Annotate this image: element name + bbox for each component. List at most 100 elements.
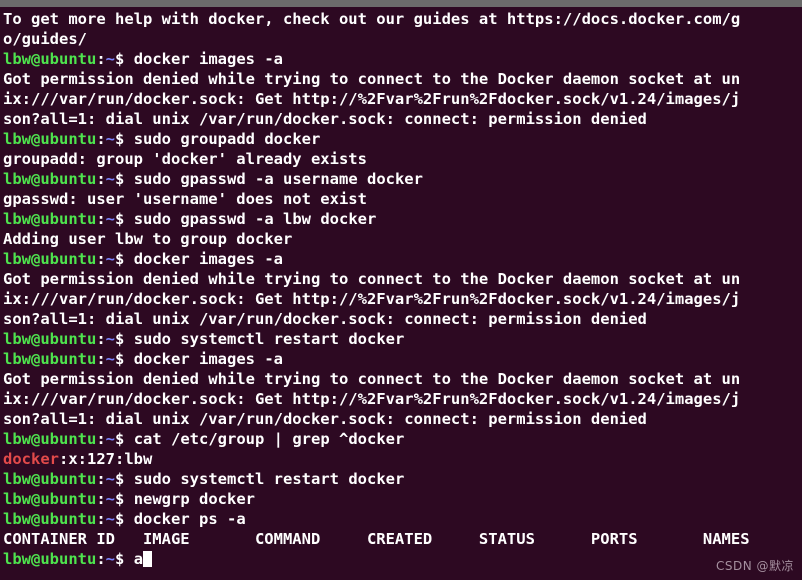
prompt-path: ~ bbox=[105, 210, 116, 228]
prompt-path: ~ bbox=[105, 430, 116, 448]
terminal-command-line: lbw@ubuntu:~$ cat /etc/group | grep ^doc… bbox=[3, 429, 802, 449]
prompt-colon: : bbox=[96, 470, 106, 488]
terminal-command-line: lbw@ubuntu:~$ docker ps -a bbox=[3, 509, 802, 529]
command-text: sudo systemctl restart docker bbox=[133, 330, 405, 348]
prompt-dollar: $ bbox=[115, 350, 134, 368]
prompt-path: ~ bbox=[105, 550, 116, 568]
grep-result-line: docker:x:127:lbw bbox=[3, 449, 802, 469]
terminal-command-line: lbw@ubuntu:~$ docker images -a bbox=[3, 249, 802, 269]
terminal-output-line: son?all=1: dial unix /var/run/docker.soc… bbox=[3, 409, 802, 429]
command-text: newgrp docker bbox=[133, 490, 256, 508]
terminal-output-line: groupadd: group 'docker' already exists bbox=[3, 149, 802, 169]
prompt-user-host: lbw@ubuntu bbox=[3, 210, 97, 228]
output-text: groupadd: group 'docker' already exists bbox=[3, 150, 367, 168]
prompt-colon: : bbox=[96, 130, 106, 148]
prompt-dollar: $ bbox=[115, 550, 134, 568]
prompt-colon: : bbox=[96, 250, 106, 268]
terminal-output-line: son?all=1: dial unix /var/run/docker.soc… bbox=[3, 109, 802, 129]
command-text: sudo gpasswd -a lbw docker bbox=[133, 210, 377, 228]
output-text: ix:///var/run/docker.sock: Get http://%2… bbox=[3, 90, 741, 108]
output-text: Adding user lbw to group docker bbox=[3, 230, 293, 248]
output-text: son?all=1: dial unix /var/run/docker.soc… bbox=[3, 410, 647, 428]
command-text: cat /etc/group | grep ^docker bbox=[133, 430, 405, 448]
terminal-command-line: lbw@ubuntu:~$ sudo systemctl restart doc… bbox=[3, 329, 802, 349]
prompt-dollar: $ bbox=[115, 210, 134, 228]
prompt-colon: : bbox=[96, 170, 106, 188]
prompt-user-host: lbw@ubuntu bbox=[3, 430, 97, 448]
prompt-user-host: lbw@ubuntu bbox=[3, 170, 97, 188]
output-text: son?all=1: dial unix /var/run/docker.soc… bbox=[3, 310, 647, 328]
output-text: ix:///var/run/docker.sock: Get http://%2… bbox=[3, 390, 741, 408]
grep-rest-text: :x:127:lbw bbox=[59, 450, 153, 468]
table-header-text: CONTAINER ID IMAGE COMMAND CREATED STATU… bbox=[3, 530, 750, 548]
terminal-output-line: son?all=1: dial unix /var/run/docker.soc… bbox=[3, 309, 802, 329]
prompt-dollar: $ bbox=[115, 330, 134, 348]
command-text: docker images -a bbox=[133, 50, 283, 68]
terminal-output-line: ix:///var/run/docker.sock: Get http://%2… bbox=[3, 89, 802, 109]
output-text: gpasswd: user 'username' does not exist bbox=[3, 190, 367, 208]
terminal-output-line: o/guides/ bbox=[3, 29, 802, 49]
prompt-path: ~ bbox=[105, 330, 116, 348]
prompt-path: ~ bbox=[105, 510, 116, 528]
prompt-dollar: $ bbox=[115, 50, 134, 68]
current-input-text: a bbox=[133, 550, 144, 568]
prompt-colon: : bbox=[96, 50, 106, 68]
terminal-current-input-line[interactable]: lbw@ubuntu:~$ a bbox=[3, 549, 802, 569]
output-text: son?all=1: dial unix /var/run/docker.soc… bbox=[3, 110, 647, 128]
terminal-command-line: lbw@ubuntu:~$ docker images -a bbox=[3, 49, 802, 69]
terminal-output-line: Got permission denied while trying to co… bbox=[3, 369, 802, 389]
command-text: docker ps -a bbox=[133, 510, 246, 528]
prompt-user-host: lbw@ubuntu bbox=[3, 250, 97, 268]
terminal-command-line: lbw@ubuntu:~$ newgrp docker bbox=[3, 489, 802, 509]
output-text: Got permission denied while trying to co… bbox=[3, 370, 741, 388]
terminal-command-line: lbw@ubuntu:~$ sudo gpasswd -a lbw docker bbox=[3, 209, 802, 229]
prompt-colon: : bbox=[96, 330, 106, 348]
prompt-dollar: $ bbox=[115, 170, 134, 188]
prompt-colon: : bbox=[96, 510, 106, 528]
prompt-colon: : bbox=[96, 490, 106, 508]
output-text: ix:///var/run/docker.sock: Get http://%2… bbox=[3, 290, 741, 308]
prompt-path: ~ bbox=[105, 350, 116, 368]
prompt-colon: : bbox=[96, 550, 106, 568]
prompt-user-host: lbw@ubuntu bbox=[3, 510, 97, 528]
prompt-user-host: lbw@ubuntu bbox=[3, 490, 97, 508]
prompt-dollar: $ bbox=[115, 510, 134, 528]
terminal-output-line: Adding user lbw to group docker bbox=[3, 229, 802, 249]
command-text: docker images -a bbox=[133, 350, 283, 368]
command-text: docker images -a bbox=[133, 250, 283, 268]
output-text: To get more help with docker, check out … bbox=[3, 10, 741, 28]
prompt-user-host: lbw@ubuntu bbox=[3, 550, 97, 568]
command-text: sudo systemctl restart docker bbox=[133, 470, 405, 488]
terminal-output-line: ix:///var/run/docker.sock: Get http://%2… bbox=[3, 289, 802, 309]
terminal-command-line: lbw@ubuntu:~$ sudo systemctl restart doc… bbox=[3, 469, 802, 489]
output-text: o/guides/ bbox=[3, 30, 87, 48]
terminal-output-line: To get more help with docker, check out … bbox=[3, 9, 802, 29]
prompt-path: ~ bbox=[105, 50, 116, 68]
window-chrome-strip bbox=[0, 0, 802, 7]
terminal-output-line: Got permission denied while trying to co… bbox=[3, 269, 802, 289]
prompt-colon: : bbox=[96, 210, 106, 228]
prompt-user-host: lbw@ubuntu bbox=[3, 50, 97, 68]
prompt-dollar: $ bbox=[115, 430, 134, 448]
terminal-screen[interactable]: To get more help with docker, check out … bbox=[0, 7, 802, 580]
docker-ps-table-header: CONTAINER ID IMAGE COMMAND CREATED STATU… bbox=[3, 529, 802, 549]
terminal-output-line: Got permission denied while trying to co… bbox=[3, 69, 802, 89]
csdn-watermark: CSDN @默凉 bbox=[715, 559, 794, 573]
command-text: sudo groupadd docker bbox=[133, 130, 321, 148]
prompt-dollar: $ bbox=[115, 130, 134, 148]
terminal-output-line: ix:///var/run/docker.sock: Get http://%2… bbox=[3, 389, 802, 409]
prompt-user-host: lbw@ubuntu bbox=[3, 330, 97, 348]
grep-match-text: docker bbox=[3, 450, 59, 468]
prompt-dollar: $ bbox=[115, 490, 134, 508]
prompt-user-host: lbw@ubuntu bbox=[3, 470, 97, 488]
prompt-dollar: $ bbox=[115, 470, 134, 488]
terminal-window[interactable]: To get more help with docker, check out … bbox=[0, 0, 802, 580]
output-text: Got permission denied while trying to co… bbox=[3, 70, 741, 88]
prompt-path: ~ bbox=[105, 130, 116, 148]
output-text: Got permission denied while trying to co… bbox=[3, 270, 741, 288]
prompt-user-host: lbw@ubuntu bbox=[3, 130, 97, 148]
terminal-command-line: lbw@ubuntu:~$ sudo groupadd docker bbox=[3, 129, 802, 149]
prompt-path: ~ bbox=[105, 170, 116, 188]
terminal-output-line: gpasswd: user 'username' does not exist bbox=[3, 189, 802, 209]
prompt-colon: : bbox=[96, 430, 106, 448]
